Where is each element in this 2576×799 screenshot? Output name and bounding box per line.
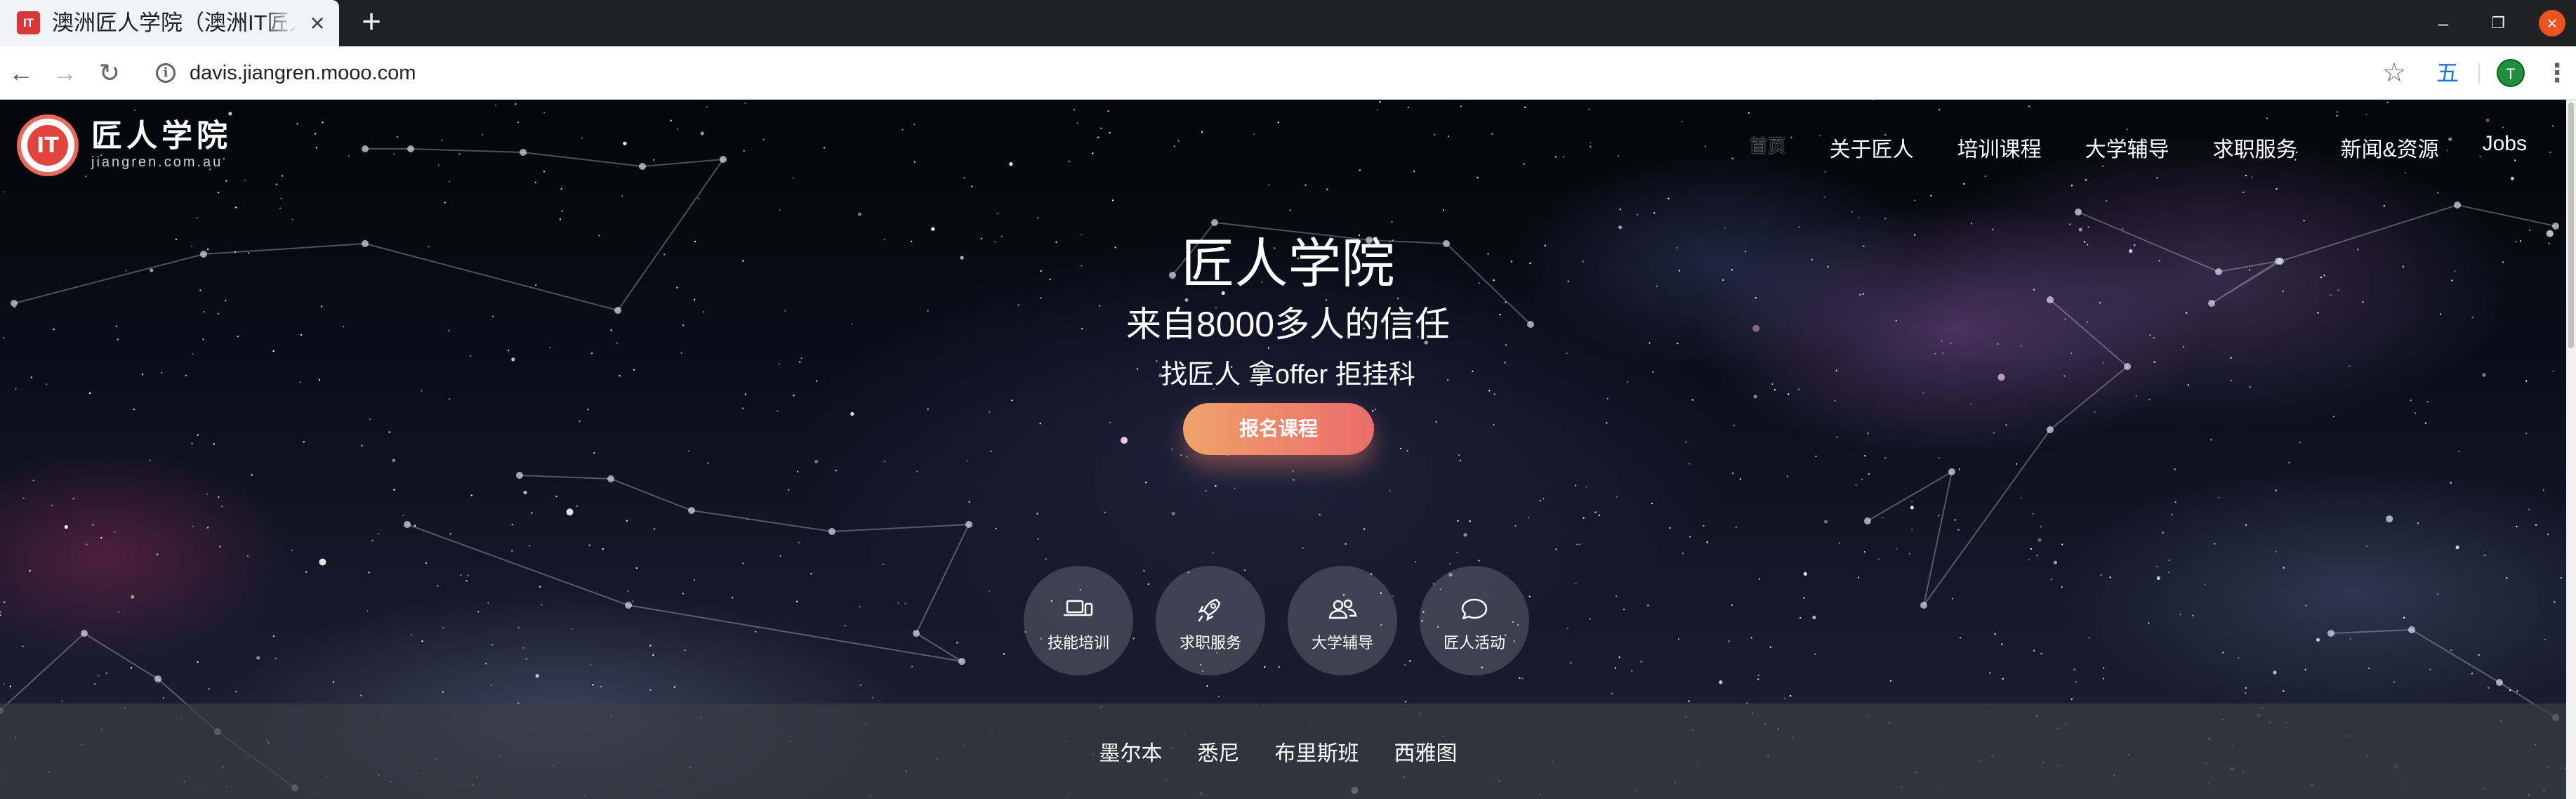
reload-icon[interactable]: ↻ <box>93 56 126 90</box>
city-melbourne[interactable]: 墨尔本 <box>1099 736 1163 767</box>
tab-close-icon[interactable]: × <box>303 9 331 37</box>
toolbar-divider <box>2478 63 2480 84</box>
users-icon <box>1328 599 1357 619</box>
city-seattle[interactable]: 西雅图 <box>1394 736 1458 767</box>
back-icon[interactable]: ← <box>4 56 38 90</box>
service-skills-training[interactable]: 技能培训 <box>1024 566 1133 675</box>
page-viewport: IT 匠人学院 jiangren.com.au 首页 关于匠人 培训课程 大学辅… <box>0 100 2576 799</box>
logo-mark-text: IT <box>27 125 68 166</box>
address-bar[interactable]: davis.jiangren.mooo.com <box>190 46 416 100</box>
logo-domain: jiangren.com.au <box>91 154 223 170</box>
forward-icon[interactable]: → <box>48 56 81 90</box>
nav-courses[interactable]: 培训课程 <box>1957 132 2042 163</box>
main-nav: 首页 关于匠人 培训课程 大学辅导 求职服务 新闻&资源 Jobs <box>1750 132 2527 163</box>
extension-icon[interactable]: 五 <box>2431 56 2464 90</box>
service-label: 匠人活动 <box>1443 634 1505 652</box>
nav-about[interactable]: 关于匠人 <box>1830 132 1914 163</box>
service-events[interactable]: 匠人活动 <box>1420 566 1529 675</box>
service-label: 技能培训 <box>1047 634 1109 652</box>
site-logo[interactable]: IT 匠人学院 jiangren.com.au <box>17 114 232 177</box>
site-info-icon[interactable]: i <box>156 63 176 83</box>
logo-name: 匠人学院 <box>91 119 232 153</box>
hero-slogan: 找匠人 拿offer 拒挂科 <box>1161 360 1415 390</box>
city-sydney[interactable]: 悉尼 <box>1198 736 1240 767</box>
nav-career[interactable]: 求职服务 <box>2213 132 2297 163</box>
city-bar: 墨尔本 悉尼 布里斯班 西雅图 <box>0 704 2566 799</box>
rocket-icon <box>1198 598 1221 622</box>
hero-subtitle: 来自8000多人的信任 <box>1125 305 1451 344</box>
service-label: 求职服务 <box>1179 634 1241 652</box>
scrollbar-thumb[interactable] <box>2568 103 2574 348</box>
nav-jobs[interactable]: Jobs <box>2483 132 2527 163</box>
laptop-icon <box>1063 600 1093 616</box>
minimize-icon[interactable]: – <box>2429 8 2458 38</box>
restore-icon[interactable]: ❐ <box>2483 8 2513 38</box>
nav-tutoring[interactable]: 大学辅导 <box>2085 132 2169 163</box>
new-tab-icon[interactable]: + <box>355 6 388 39</box>
service-shortcuts: 技能培训 求职服务 大学辅导 匠人活动 <box>1024 566 1533 678</box>
chat-icon <box>1461 598 1488 620</box>
bookmark-star-icon[interactable]: ☆ <box>2377 56 2411 90</box>
logo-mark: IT <box>17 114 79 176</box>
service-career[interactable]: 求职服务 <box>1156 566 1265 675</box>
service-label: 大学辅导 <box>1311 634 1373 652</box>
service-tutoring[interactable]: 大学辅导 <box>1288 566 1397 675</box>
browser-toolbar: ← → ↻ i davis.jiangren.mooo.com ☆ 五 T ⋮ <box>0 46 2576 100</box>
profile-avatar[interactable]: T <box>2497 59 2525 87</box>
browser-tab[interactable]: IT 澳洲匠人学院（澳洲IT匠人 × <box>0 0 339 46</box>
close-window-icon[interactable]: × <box>2539 10 2565 37</box>
hero-title: 匠人学院 <box>1181 235 1395 294</box>
page-scrollbar[interactable] <box>2566 100 2576 799</box>
favicon-icon: IT <box>17 11 40 34</box>
enroll-button[interactable]: 报名课程 <box>1183 403 1374 455</box>
tab-title: 澳洲匠人学院（澳洲IT匠人 <box>52 11 298 35</box>
browser-menu-icon[interactable]: ⋮ <box>2543 56 2571 90</box>
browser-tab-bar: IT 澳洲匠人学院（澳洲IT匠人 × + – ❐ × <box>0 0 2576 46</box>
nav-news[interactable]: 新闻&资源 <box>2341 132 2439 163</box>
nav-home[interactable]: 首页 <box>1750 132 1786 163</box>
city-brisbane[interactable]: 布里斯班 <box>1275 736 1359 767</box>
